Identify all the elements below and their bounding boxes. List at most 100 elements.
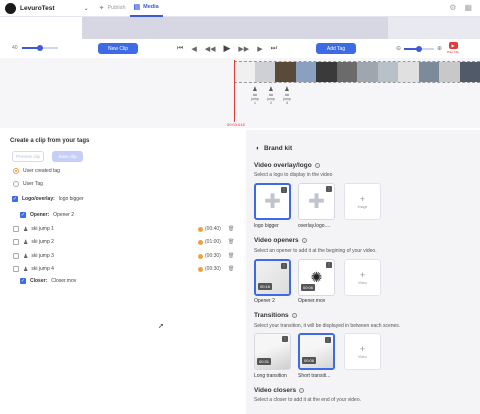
timeline-frames[interactable]: [234, 61, 480, 83]
clip-checkbox[interactable]: [13, 226, 19, 232]
list-item[interactable]: ♟ ski jump 1 (00:40) 🗑: [13, 225, 235, 233]
zoom-out-icon[interactable]: ⊖: [396, 45, 401, 52]
new-clip-button[interactable]: New Clip: [98, 43, 138, 54]
add-tag-button[interactable]: Add Tag: [316, 43, 356, 54]
more-icon[interactable]: ⋮: [326, 262, 332, 268]
openers-title: Video openers: [254, 237, 299, 244]
video-preview[interactable]: [82, 17, 388, 39]
clock-icon: [198, 226, 203, 232]
clip-builder-panel: Create a clip from your tags Preview cli…: [0, 130, 246, 414]
palette-icon: ◐: [256, 145, 260, 152]
more-icon[interactable]: ⋮: [282, 336, 288, 342]
opener-row[interactable]: ✓ Opener: Opener 2: [20, 212, 74, 218]
more-icon[interactable]: ⋮: [281, 187, 287, 193]
timeline-frame: [336, 62, 357, 82]
info-icon[interactable]: i: [291, 313, 297, 318]
more-icon[interactable]: ⋮: [325, 337, 331, 343]
radio-button[interactable]: [13, 181, 19, 187]
trash-icon[interactable]: 🗑: [228, 266, 234, 272]
clock-icon: [198, 253, 203, 259]
transport-controls: ⏮ ◀ ◀◀ ▶ ▶▶ ▶ ⏭: [177, 43, 277, 54]
clip-checkbox[interactable]: [13, 239, 19, 245]
logo-card-logo-bigger[interactable]: ✚ ⋮: [254, 183, 291, 220]
opener-label: Opener:: [30, 212, 50, 218]
play-icon[interactable]: ▶: [223, 43, 230, 54]
transition-card-long[interactable]: ⋮ 00:31: [254, 333, 291, 370]
org-name[interactable]: LevuroTest: [20, 5, 55, 12]
person-icon: ♟: [23, 226, 29, 233]
section-title-openers: Video openers i: [254, 237, 307, 244]
clip-checkbox[interactable]: [13, 253, 19, 259]
grid-icon[interactable]: ▦: [464, 3, 472, 12]
chevron-down-icon[interactable]: ⌄: [84, 5, 89, 12]
closer-row[interactable]: ✓ Closer: Closer.mov: [20, 278, 76, 284]
playhead[interactable]: [234, 60, 235, 122]
opener-card-opener-2[interactable]: ⋮ 00:16: [254, 259, 291, 296]
transition-caption: Long transition: [254, 373, 287, 379]
preview-clip-button[interactable]: Preview clip: [12, 151, 44, 162]
transition-card-short[interactable]: ⋮ 00:06: [298, 333, 335, 370]
brand-kit-panel: ◐ Brand kit Video overlay/logo i Select …: [246, 130, 480, 414]
add-image-button[interactable]: + Image: [344, 183, 381, 220]
add-transition-button[interactable]: + Video: [344, 333, 381, 370]
top-bar: LevuroTest ⌄ ✦ Publish ▤ Media ⚙ ▦: [0, 0, 480, 17]
forward-icon[interactable]: ▶▶: [238, 45, 249, 53]
more-icon[interactable]: ⋮: [281, 263, 287, 269]
rewind-icon[interactable]: ◀◀: [205, 45, 216, 53]
list-item[interactable]: ♟ ski jump 2 (01:00) 🗑: [13, 238, 235, 246]
radio-button[interactable]: [13, 168, 19, 174]
skip-back-icon[interactable]: ⏮: [177, 45, 183, 53]
clip-checkbox[interactable]: [13, 266, 19, 272]
overlay-title: Video overlay/logo: [254, 162, 312, 169]
tag-marker[interactable]: ♟ ski jump 2: [266, 86, 276, 105]
trash-icon[interactable]: 🗑: [228, 253, 234, 259]
tab-publish[interactable]: ✦ Publish: [95, 0, 130, 17]
radio-user-tag[interactable]: User Tag: [13, 181, 43, 187]
radio-user-created-tag[interactable]: User created tag: [13, 168, 60, 174]
save-clip-button[interactable]: Save clip: [52, 151, 83, 162]
closer-checkbox[interactable]: ✓: [20, 278, 26, 284]
skip-forward-icon[interactable]: ⏭: [271, 45, 277, 53]
tab-publish-label: Publish: [107, 5, 126, 11]
clip-name: ski jump 2: [31, 239, 54, 245]
logo-overlay-row[interactable]: ✓ Logo/overlay: logo bigger: [12, 196, 84, 202]
step-back-icon[interactable]: ◀: [191, 45, 196, 53]
info-icon[interactable]: i: [299, 388, 305, 393]
settings-icon[interactable]: ⚙: [449, 3, 456, 12]
tag-marker[interactable]: ♟ ski jump 1: [250, 86, 260, 105]
logo-caption: logo bigger: [254, 223, 279, 229]
clip-name: ski jump 4: [31, 266, 54, 272]
opener-checkbox[interactable]: ✓: [20, 212, 26, 218]
more-icon[interactable]: ⋮: [326, 186, 332, 192]
list-item[interactable]: ♟ ski jump 3 (00:30) 🗑: [13, 252, 235, 260]
trash-icon[interactable]: 🗑: [228, 239, 234, 245]
org-logo[interactable]: [5, 2, 16, 14]
zoom-slider[interactable]: [404, 45, 435, 52]
tab-media-label: Media: [143, 4, 159, 10]
info-icon[interactable]: i: [314, 163, 320, 168]
play-clip-button[interactable]: ▶ Play Clip: [446, 42, 460, 54]
play-clip-label: Play Clip: [447, 50, 459, 54]
timeline-frame: [357, 62, 378, 82]
timeline-frame: [295, 62, 316, 82]
closers-title: Video closers: [254, 387, 297, 394]
brand-kit-header: ◐ Brand kit: [256, 145, 292, 152]
opener-card-opener-mov[interactable]: ✺ ⋮ 00:06: [298, 259, 335, 296]
zoom-in-icon[interactable]: ⊕: [437, 45, 442, 52]
frame-count-control: 40: [12, 45, 58, 51]
add-opener-button[interactable]: + Video: [344, 259, 381, 296]
logo-overlay-checkbox[interactable]: ✓: [12, 196, 18, 202]
tag-marker[interactable]: ♟ ski jump 3: [282, 86, 292, 105]
transition-caption: Short transiti...: [298, 373, 331, 379]
frame-count-slider[interactable]: [21, 45, 58, 51]
list-item[interactable]: ♟ ski jump 4 (00:30) 🗑: [13, 265, 235, 273]
mouse-cursor-icon: ➚: [158, 323, 164, 330]
logo-card-overlay[interactable]: ✚ ⋮: [298, 183, 335, 220]
timeline-frame: [275, 62, 296, 82]
transition-duration: 00:06: [302, 357, 317, 364]
trash-icon[interactable]: 🗑: [228, 226, 234, 232]
add-video-label: Video: [358, 281, 367, 285]
step-forward-icon[interactable]: ▶: [257, 45, 262, 53]
info-icon[interactable]: i: [301, 238, 307, 243]
tab-media[interactable]: ▤ Media: [129, 0, 163, 17]
